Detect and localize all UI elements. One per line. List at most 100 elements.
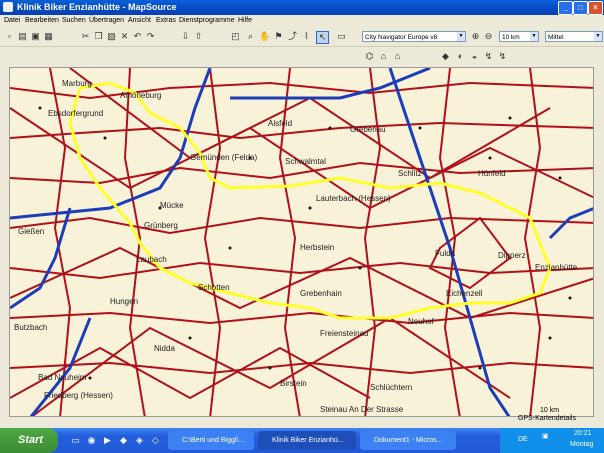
- place-label: Amöneburg: [120, 91, 161, 100]
- place-label: Schwalmtal: [285, 157, 326, 166]
- menu-bearbeiten[interactable]: Bearbeiten: [25, 15, 59, 26]
- undo-icon[interactable]: ↶: [132, 31, 143, 42]
- place-label: Schlitz: [398, 169, 422, 178]
- place-label: Hungen: [110, 297, 138, 306]
- place-label: Birstein: [280, 379, 307, 388]
- secondary-toolbar: ⌬ ⌂ ⌂ ◆ ◐ ◒ ↯ ↯: [0, 47, 604, 67]
- place-label: Marburg: [62, 79, 92, 88]
- map-view[interactable]: Marburg Amöneburg Alsfeld Schlitz Lauter…: [9, 67, 594, 417]
- menu-uebertragen[interactable]: Übertragen: [89, 15, 124, 26]
- measure-tool-icon[interactable]: ▭: [336, 31, 347, 42]
- delete-icon[interactable]: ✕: [119, 31, 130, 42]
- zoom-out-icon[interactable]: ⊖: [483, 31, 494, 42]
- receive-from-device-icon[interactable]: ⇩: [180, 31, 191, 42]
- send-to-device-icon[interactable]: ⇧: [193, 31, 204, 42]
- selection-tool-icon[interactable]: ↖: [316, 31, 329, 44]
- taskbar-item-explorer[interactable]: C:\Berti und Biggi\...: [168, 431, 254, 450]
- map-canvas[interactable]: Marburg Amöneburg Alsfeld Schlitz Lauter…: [10, 68, 594, 417]
- menu-bar: Datei Bearbeiten Suchen Übertragen Ansic…: [0, 15, 604, 26]
- quicklaunch-desktop-icon[interactable]: ▭: [70, 435, 81, 446]
- status-bar: 10 km GPS-Kartendetails: [0, 407, 604, 428]
- place-label: Freiensteinau: [320, 329, 368, 338]
- map-product-select[interactable]: City Navigator Europe v8 ▼: [362, 31, 466, 42]
- waypoint-symbol-icon[interactable]: ◐: [455, 51, 466, 62]
- save-icon[interactable]: ▣: [30, 31, 41, 42]
- quicklaunch-app-icon[interactable]: ◇: [150, 435, 161, 446]
- zoom-level-select[interactable]: 10 km ▼: [499, 31, 539, 42]
- title-bar: Klinik Biker Enzianhütte - MapSource _ □…: [0, 0, 604, 15]
- copy-icon[interactable]: ❐: [93, 31, 104, 42]
- zoom-tool-icon[interactable]: ⌕: [245, 31, 256, 42]
- quicklaunch-app-icon[interactable]: ◆: [118, 435, 129, 446]
- place-label: Mücke: [160, 201, 184, 210]
- system-tray: DE ▣ 20:21 Montag: [500, 428, 604, 453]
- show-waypoint-icon[interactable]: ◒: [469, 51, 480, 62]
- place-label: Schlüchtern: [370, 383, 412, 392]
- place-label: Hünfeld: [478, 169, 506, 178]
- taskbar-item-word[interactable]: Dokument1 - Micros...: [360, 431, 456, 450]
- cut-icon[interactable]: ✂: [80, 31, 91, 42]
- status-text: GPS-Kartendetails: [518, 415, 576, 422]
- menu-suchen[interactable]: Suchen: [62, 15, 86, 26]
- place-label: Bad Nauheim: [38, 373, 87, 382]
- chevron-down-icon: ▼: [594, 32, 602, 41]
- track-icon[interactable]: ↯: [497, 51, 508, 62]
- place-label: Fulda: [435, 249, 456, 258]
- track-tool-icon[interactable]: ⌇: [301, 31, 312, 42]
- quicklaunch-app-icon[interactable]: ◈: [134, 435, 145, 446]
- waypoint-tool-icon[interactable]: ⚑: [273, 31, 284, 42]
- menu-datei[interactable]: Datei: [4, 15, 20, 26]
- quicklaunch-browser-icon[interactable]: ◉: [86, 435, 97, 446]
- binoculars-icon[interactable]: ⌬: [364, 51, 375, 62]
- close-button[interactable]: ×: [588, 1, 603, 15]
- minimize-button[interactable]: _: [558, 1, 573, 15]
- place-label: Friedberg (Hessen): [44, 391, 113, 400]
- menu-extras[interactable]: Extras: [156, 15, 176, 26]
- network-icon[interactable]: ▣: [542, 432, 549, 440]
- place-label: Neuhof: [408, 317, 435, 326]
- place-label: Eichenzell: [446, 289, 483, 298]
- start-button[interactable]: Start: [0, 428, 58, 453]
- place-label: Herbstein: [300, 243, 334, 252]
- redo-icon[interactable]: ↷: [145, 31, 156, 42]
- place-label: Grebenau: [350, 125, 386, 134]
- mapsource-app-icon: [3, 2, 13, 12]
- menu-hilfe[interactable]: Hilfe: [238, 15, 252, 26]
- vertical-scrollbar[interactable]: [594, 67, 604, 417]
- window-title: Klinik Biker Enzianhütte - MapSource: [17, 2, 177, 12]
- clock-time[interactable]: 20:21: [574, 430, 592, 437]
- menu-dienstprogramme[interactable]: Dienstprogramme: [179, 15, 235, 26]
- route-icon[interactable]: ↯: [483, 51, 494, 62]
- maximize-button[interactable]: □: [573, 1, 588, 15]
- quicklaunch-media-icon[interactable]: ▶: [102, 435, 113, 446]
- taskbar-item-mapsource[interactable]: Klinik Biker Enzianhü...: [258, 431, 356, 450]
- find-nearest-icon[interactable]: ⌂: [378, 51, 389, 62]
- open-folder-icon[interactable]: ▤: [17, 31, 28, 42]
- place-label: Butzbach: [14, 323, 47, 332]
- route-tool-icon[interactable]: ⤴: [287, 31, 298, 42]
- place-label: Ebsdorfergrund: [48, 109, 103, 118]
- main-toolbar: ▫ ▤ ▣ ▦ ✂ ❐ ▧ ✕ ↶ ↷ ⇩ ⇧ ◰ ⌕ ✋ ⚑ ⤴ ⌇ ↖ ▭ …: [0, 27, 604, 47]
- place-label: Nidda: [154, 344, 175, 353]
- chevron-down-icon: ▼: [530, 32, 538, 41]
- find-address-icon[interactable]: ⌂: [392, 51, 403, 62]
- place-label: Schotten: [198, 283, 230, 292]
- zoom-in-icon[interactable]: ⊕: [470, 31, 481, 42]
- map-tool-icon[interactable]: ◰: [230, 31, 241, 42]
- language-indicator[interactable]: DE: [518, 436, 528, 443]
- paste-icon[interactable]: ▧: [106, 31, 117, 42]
- left-panel-edge: [0, 67, 9, 417]
- place-label: Gießen: [18, 227, 44, 236]
- print-icon[interactable]: ▦: [43, 31, 54, 42]
- place-label: Laubach: [136, 255, 167, 264]
- place-label: Gemünden (Felda): [190, 153, 257, 162]
- map-products-icon[interactable]: ◆: [440, 51, 451, 62]
- chevron-down-icon: ▼: [457, 32, 465, 41]
- detail-level-select[interactable]: Mittel ▼: [545, 31, 603, 42]
- hand-tool-icon[interactable]: ✋: [259, 31, 270, 42]
- menu-ansicht[interactable]: Ansicht: [128, 15, 151, 26]
- place-label: Alsfeld: [268, 119, 292, 128]
- new-file-icon[interactable]: ▫: [4, 31, 15, 42]
- place-label: Grebenhain: [300, 289, 342, 298]
- windows-taskbar: Start ▭ ◉ ▶ ◆ ◈ ◇ C:\Berti und Biggi\...…: [0, 428, 604, 453]
